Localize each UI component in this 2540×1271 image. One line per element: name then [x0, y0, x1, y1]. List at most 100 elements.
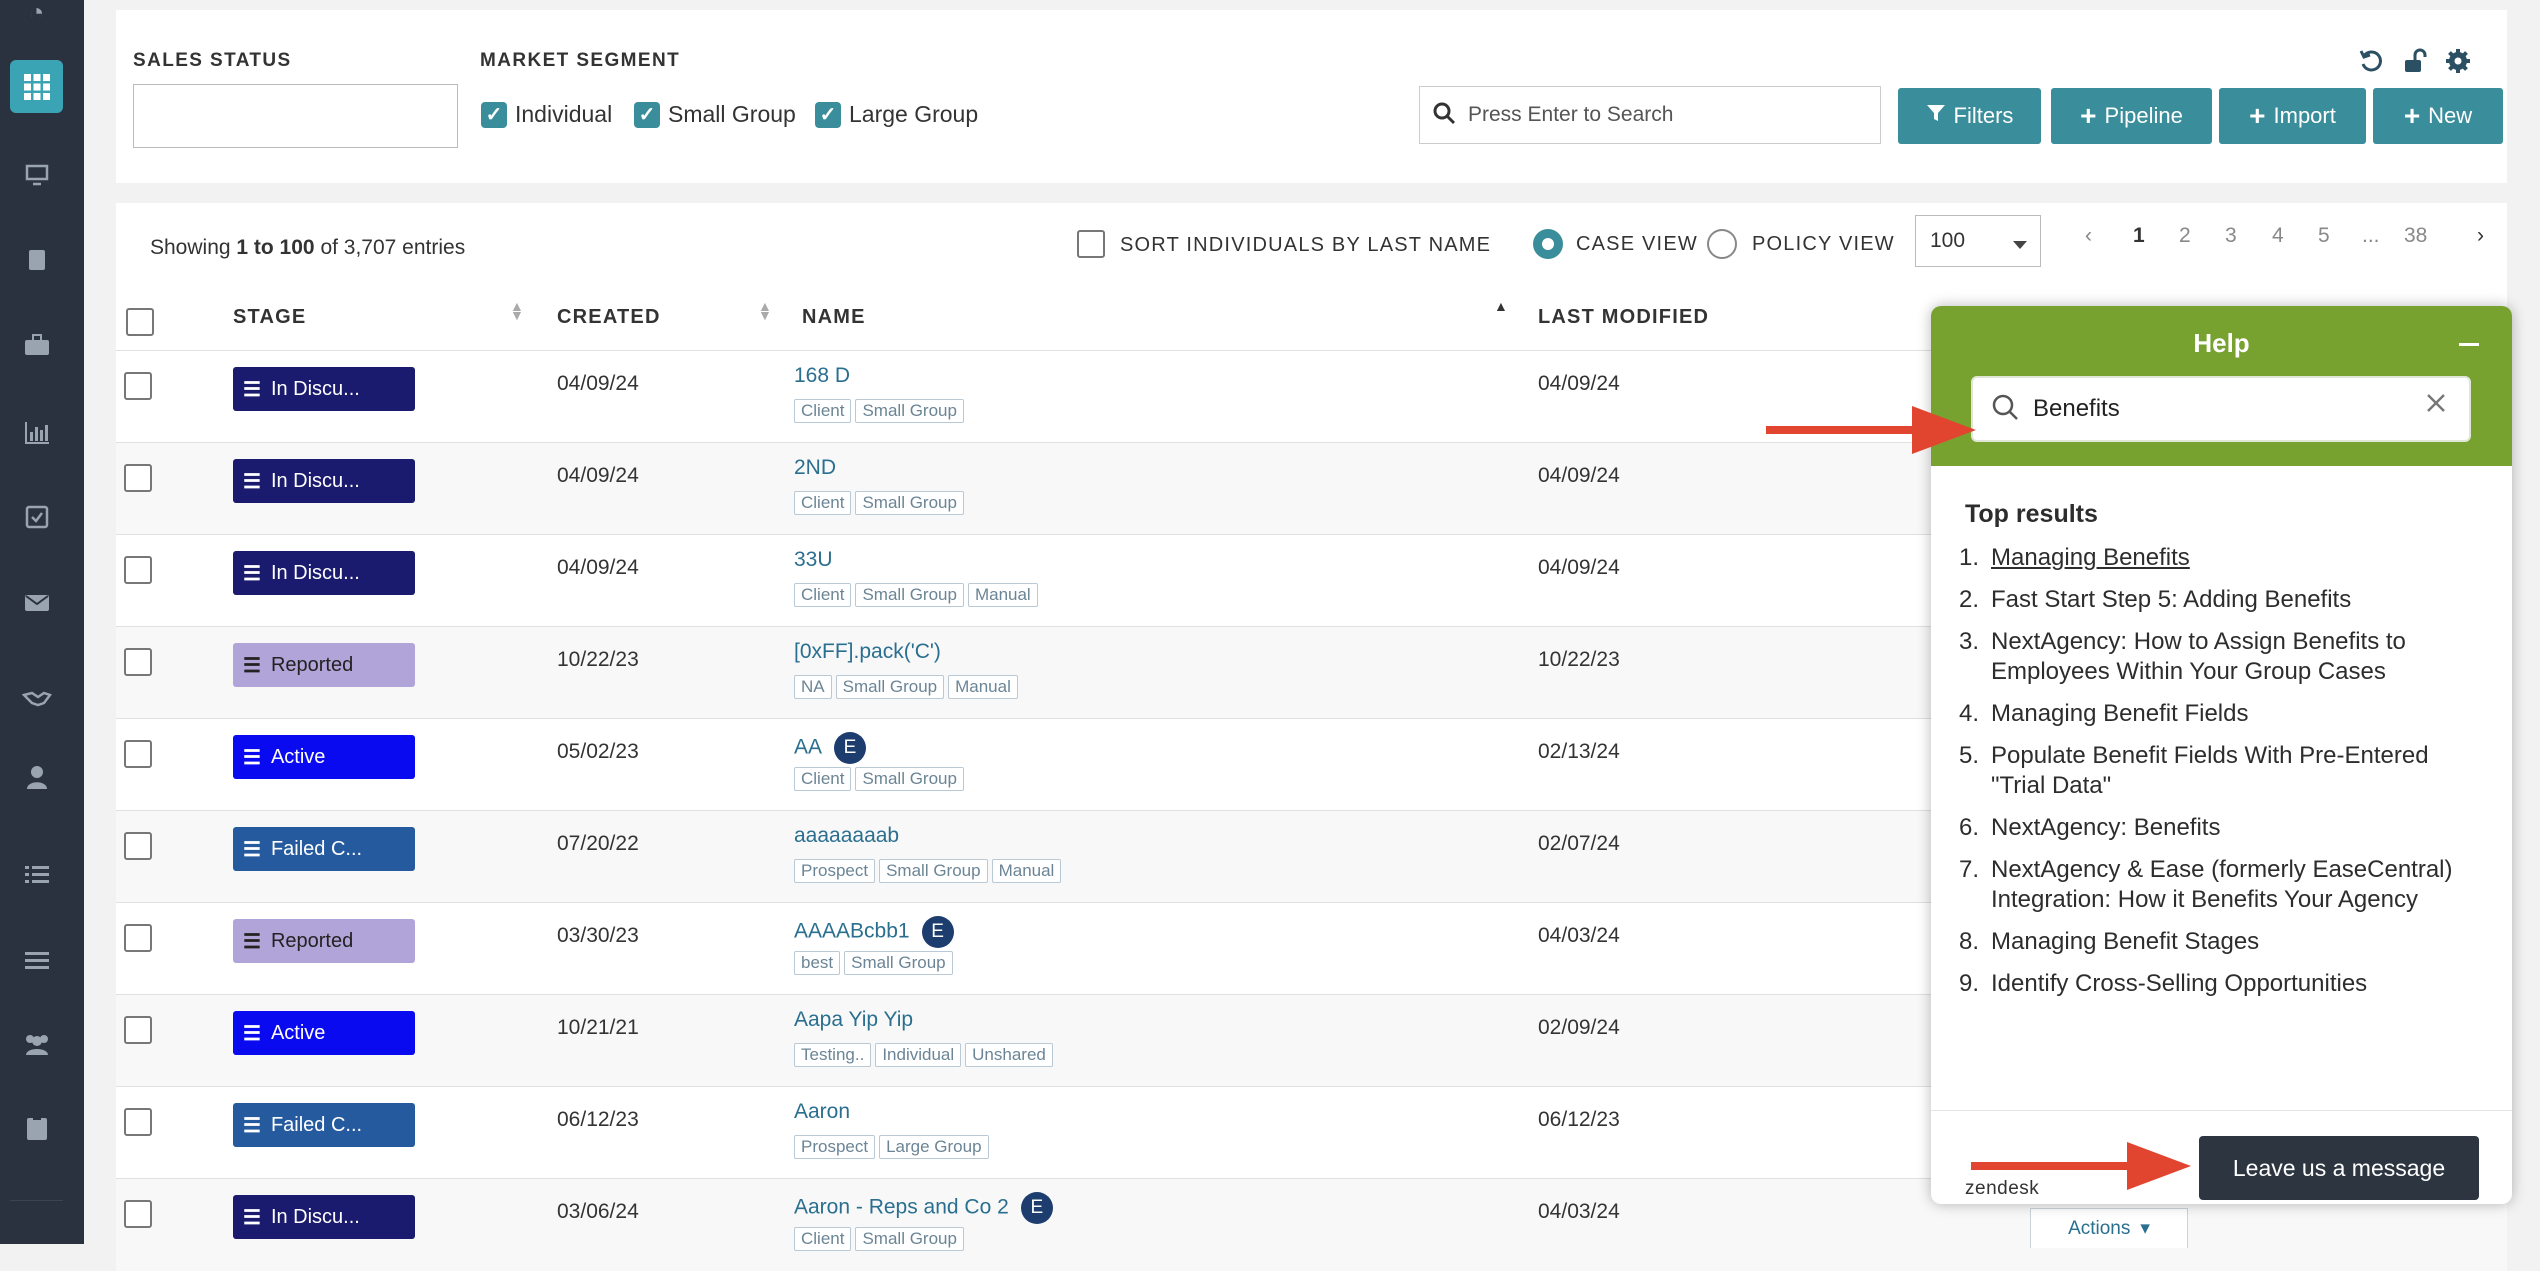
stage-badge[interactable]: ☰ Active	[233, 735, 415, 779]
users-icon[interactable]	[10, 1017, 63, 1070]
list-icon: ☰	[243, 930, 261, 953]
prev-page-icon[interactable]: ‹	[2085, 224, 2092, 248]
page-4[interactable]: 4	[2272, 224, 2284, 248]
page-5[interactable]: 5	[2318, 224, 2330, 248]
filters-button[interactable]: Filters	[1898, 88, 2041, 144]
help-result-2[interactable]: 2. Fast Start Step 5: Adding Benefits	[1959, 585, 2479, 615]
column-header-last-modified[interactable]: LAST MODIFIED	[1538, 306, 1709, 329]
monitor-icon[interactable]	[10, 148, 63, 201]
sort-last-name-checkbox[interactable]	[1077, 230, 1105, 258]
import-button[interactable]: + Import	[2219, 88, 2366, 144]
case-name-link[interactable]: [0xFF].pack('C')	[794, 640, 941, 663]
case-name-link[interactable]: Aaron - Reps and Co 2	[794, 1196, 1009, 1219]
next-page-icon[interactable]: ›	[2477, 224, 2484, 248]
add-pipeline-button[interactable]: + Pipeline	[2051, 88, 2212, 144]
tag: Small Group	[855, 583, 964, 607]
list-icon[interactable]	[10, 848, 63, 901]
sort-icon[interactable]: ▲ ▼	[510, 299, 524, 322]
row-checkbox[interactable]	[124, 464, 152, 492]
case-name-link[interactable]: AAAABcbb1	[794, 920, 910, 943]
book-icon[interactable]	[10, 233, 63, 286]
page-1[interactable]: 1	[2133, 224, 2145, 248]
clipboard-icon[interactable]	[10, 1100, 63, 1153]
case-name-link[interactable]: Aaron	[794, 1100, 850, 1123]
help-search-input[interactable]: Benefits	[2033, 395, 2120, 423]
stage-badge[interactable]: ☰ Active	[233, 1011, 415, 1055]
help-result-3[interactable]: 3. NextAgency: How to Assign Benefits to …	[1959, 627, 2479, 687]
policy-view-radio[interactable]	[1707, 229, 1737, 259]
segment-large-group[interactable]: ✓ Large Group	[815, 101, 978, 128]
segment-small-group[interactable]: ✓ Small Group	[634, 101, 796, 128]
row-checkbox[interactable]	[124, 556, 152, 584]
reset-icon[interactable]	[2358, 48, 2384, 79]
page-38[interactable]: 38	[2404, 224, 2427, 248]
handshake-icon[interactable]	[10, 672, 63, 725]
help-result-1[interactable]: 1. Managing Benefits	[1959, 543, 2479, 573]
envelope-icon[interactable]	[10, 576, 63, 629]
help-result-9[interactable]: 9. Identify Cross-Selling Opportunities	[1959, 969, 2479, 999]
grid-icon[interactable]	[10, 60, 63, 113]
pie-chart-icon[interactable]: ◔	[10, 0, 63, 39]
row-checkbox[interactable]	[124, 1200, 152, 1228]
menu-icon[interactable]	[10, 934, 63, 987]
sort-icon[interactable]: ▲ ▼	[758, 299, 772, 322]
segment-individual[interactable]: ✓ Individual	[481, 101, 612, 128]
tag-list: NA Small Group Manual	[794, 675, 1018, 699]
tag: Unshared	[965, 1043, 1053, 1067]
case-name-link[interactable]: 168 D	[794, 364, 850, 387]
checkbox-checked-icon[interactable]: ✓	[634, 101, 660, 128]
row-checkbox[interactable]	[124, 372, 152, 400]
case-name-link[interactable]: 2ND	[794, 456, 836, 479]
stage-badge[interactable]: ☰ Failed C...	[233, 1103, 415, 1147]
help-result-7[interactable]: 7. NextAgency & Ease (formerly EaseCentra…	[1959, 855, 2479, 915]
case-name-link[interactable]: AA	[794, 736, 822, 759]
case-name-link[interactable]: 33U	[794, 548, 833, 571]
row-checkbox[interactable]	[124, 832, 152, 860]
checkbox-checked-icon[interactable]: ✓	[481, 101, 507, 128]
help-result-6[interactable]: 6. NextAgency: Benefits	[1959, 813, 2479, 843]
actions-button[interactable]: Actions ▾	[2030, 1208, 2188, 1248]
bar-chart-icon[interactable]	[10, 405, 63, 458]
gear-icon[interactable]	[2445, 48, 2471, 79]
tag: Manual	[991, 859, 1062, 883]
user-icon[interactable]	[10, 750, 63, 803]
case-name-link[interactable]: aaaaaaaab	[794, 824, 899, 847]
search-input[interactable]	[1466, 102, 1850, 128]
column-header-stage[interactable]: STAGE	[233, 306, 306, 329]
row-checkbox[interactable]	[124, 924, 152, 952]
row-checkbox[interactable]	[124, 1108, 152, 1136]
minimize-icon[interactable]	[2459, 343, 2479, 346]
column-header-created[interactable]: CREATED	[557, 306, 661, 329]
row-checkbox[interactable]	[124, 648, 152, 676]
sort-asc-icon[interactable]: ▲	[1494, 299, 1508, 313]
stage-badge[interactable]: ☰ In Discu...	[233, 551, 415, 595]
row-checkbox[interactable]	[124, 740, 152, 768]
calendar-check-icon[interactable]	[10, 489, 63, 542]
stage-badge[interactable]: ☰ Failed C...	[233, 827, 415, 871]
search-field[interactable]	[1419, 86, 1881, 144]
stage-badge[interactable]: ☰ In Discu...	[233, 1195, 415, 1239]
case-name-link[interactable]: Aapa Yip Yip	[794, 1008, 913, 1031]
row-checkbox[interactable]	[124, 1016, 152, 1044]
stage-badge[interactable]: ☰ In Discu...	[233, 459, 415, 503]
unlock-icon[interactable]	[2403, 48, 2429, 79]
help-search-field[interactable]: Benefits	[1971, 376, 2471, 442]
select-all-checkbox[interactable]	[126, 308, 154, 336]
stage-badge[interactable]: ☰ Reported	[233, 919, 415, 963]
page-size-select[interactable]: 100	[1915, 215, 2041, 267]
briefcase-icon[interactable]	[10, 318, 63, 371]
case-view-radio[interactable]	[1533, 229, 1563, 259]
help-result-4[interactable]: 4. Managing Benefit Fields	[1959, 699, 2479, 729]
sales-status-select[interactable]	[133, 84, 458, 148]
new-button[interactable]: + New	[2373, 88, 2503, 144]
help-result-8[interactable]: 8. Managing Benefit Stages	[1959, 927, 2479, 957]
page-3[interactable]: 3	[2225, 224, 2237, 248]
page-2[interactable]: 2	[2179, 224, 2191, 248]
stage-badge[interactable]: ☰ In Discu...	[233, 367, 415, 411]
checkbox-checked-icon[interactable]: ✓	[815, 101, 841, 128]
clear-search-icon[interactable]	[2425, 392, 2447, 419]
stage-badge[interactable]: ☰ Reported	[233, 643, 415, 687]
column-header-name[interactable]: NAME	[802, 306, 866, 329]
help-result-5[interactable]: 5. Populate Benefit Fields With Pre-Enter…	[1959, 741, 2479, 801]
leave-message-button[interactable]: Leave us a message	[2199, 1136, 2479, 1200]
